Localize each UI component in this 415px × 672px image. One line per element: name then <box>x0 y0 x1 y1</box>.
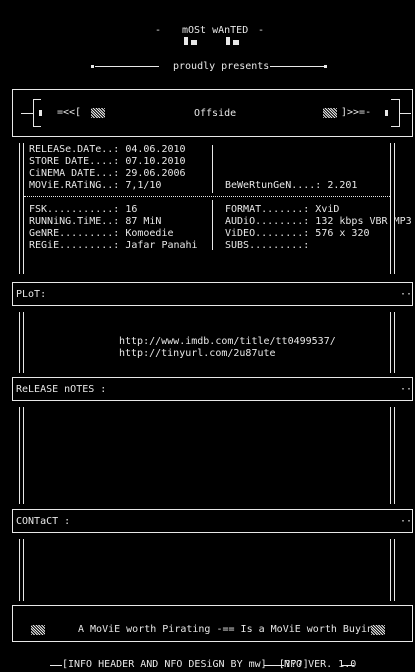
genre: GeNRE.........: Komoedie <box>29 228 174 239</box>
contact-heading: CONTaCT : <box>16 516 71 527</box>
audio: AUDiO........: 132 kbps VBR MP3 <box>225 216 412 227</box>
proudly-presents-text: proudly presents <box>173 61 270 72</box>
cinema-date: CiNEMA DATE...: 29.06.2006 <box>29 168 186 179</box>
contact-header-bar: CONTaCT : ·· <box>12 509 413 533</box>
running-time: RUNNiNG.TiME..: 87 MiN <box>29 216 162 227</box>
header-dash-right: - <box>258 25 265 36</box>
footer-slogan: A MoViE worth Pirating -== Is a MoViE wo… <box>78 624 380 635</box>
store-date: STORE DATE....: 07.10.2010 <box>29 156 186 167</box>
release-notes-heading: ReLEASE nOTES : <box>16 384 107 395</box>
plot-header-bar: PLoT: ·· <box>12 282 413 306</box>
contact-header-dots: ·· <box>400 516 413 527</box>
left-arrow-decoration: =<<[ <box>21 99 105 127</box>
release-date: RELEASe.DATe..: 04.06.2010 <box>29 144 186 155</box>
subs: SUBS.........: <box>225 240 310 251</box>
footer-right-dither <box>371 625 385 635</box>
tinyurl-link[interactable]: http://tinyurl.com/2u87ute <box>119 348 276 360</box>
release-notes-header-bar: ReLEASE nOTES : ·· <box>12 377 413 401</box>
title-banner: =<<[ Offside ]>>=- <box>12 89 413 137</box>
format: FORMAT.......: XviD <box>225 204 340 215</box>
video: ViDEO........: 576 x 320 <box>225 228 370 239</box>
plot-header-dots: ·· <box>400 289 413 300</box>
header-dash-left: - <box>155 25 162 36</box>
imdb-link[interactable]: http://www.imdb.com/title/tt0499537/ <box>119 336 336 348</box>
movie-title: Offside <box>194 108 237 119</box>
release-notes-header-dots: ·· <box>400 384 413 395</box>
footer-left-dither <box>31 625 45 635</box>
plot-heading: PLoT: <box>16 289 47 300</box>
right-arrow-decoration: ]>>=- <box>323 99 411 127</box>
rating-votes: BeWeRtunGeN....: 2.201 <box>225 180 358 191</box>
fsk: FSK...........: 16 <box>29 204 138 215</box>
group-title: mOSt wAnTED <box>182 25 249 36</box>
regie: REGiE.........: Jafar Panahi <box>29 240 198 251</box>
movie-rating: MOViE.RATiNG..: 7,1/10 <box>29 180 162 191</box>
